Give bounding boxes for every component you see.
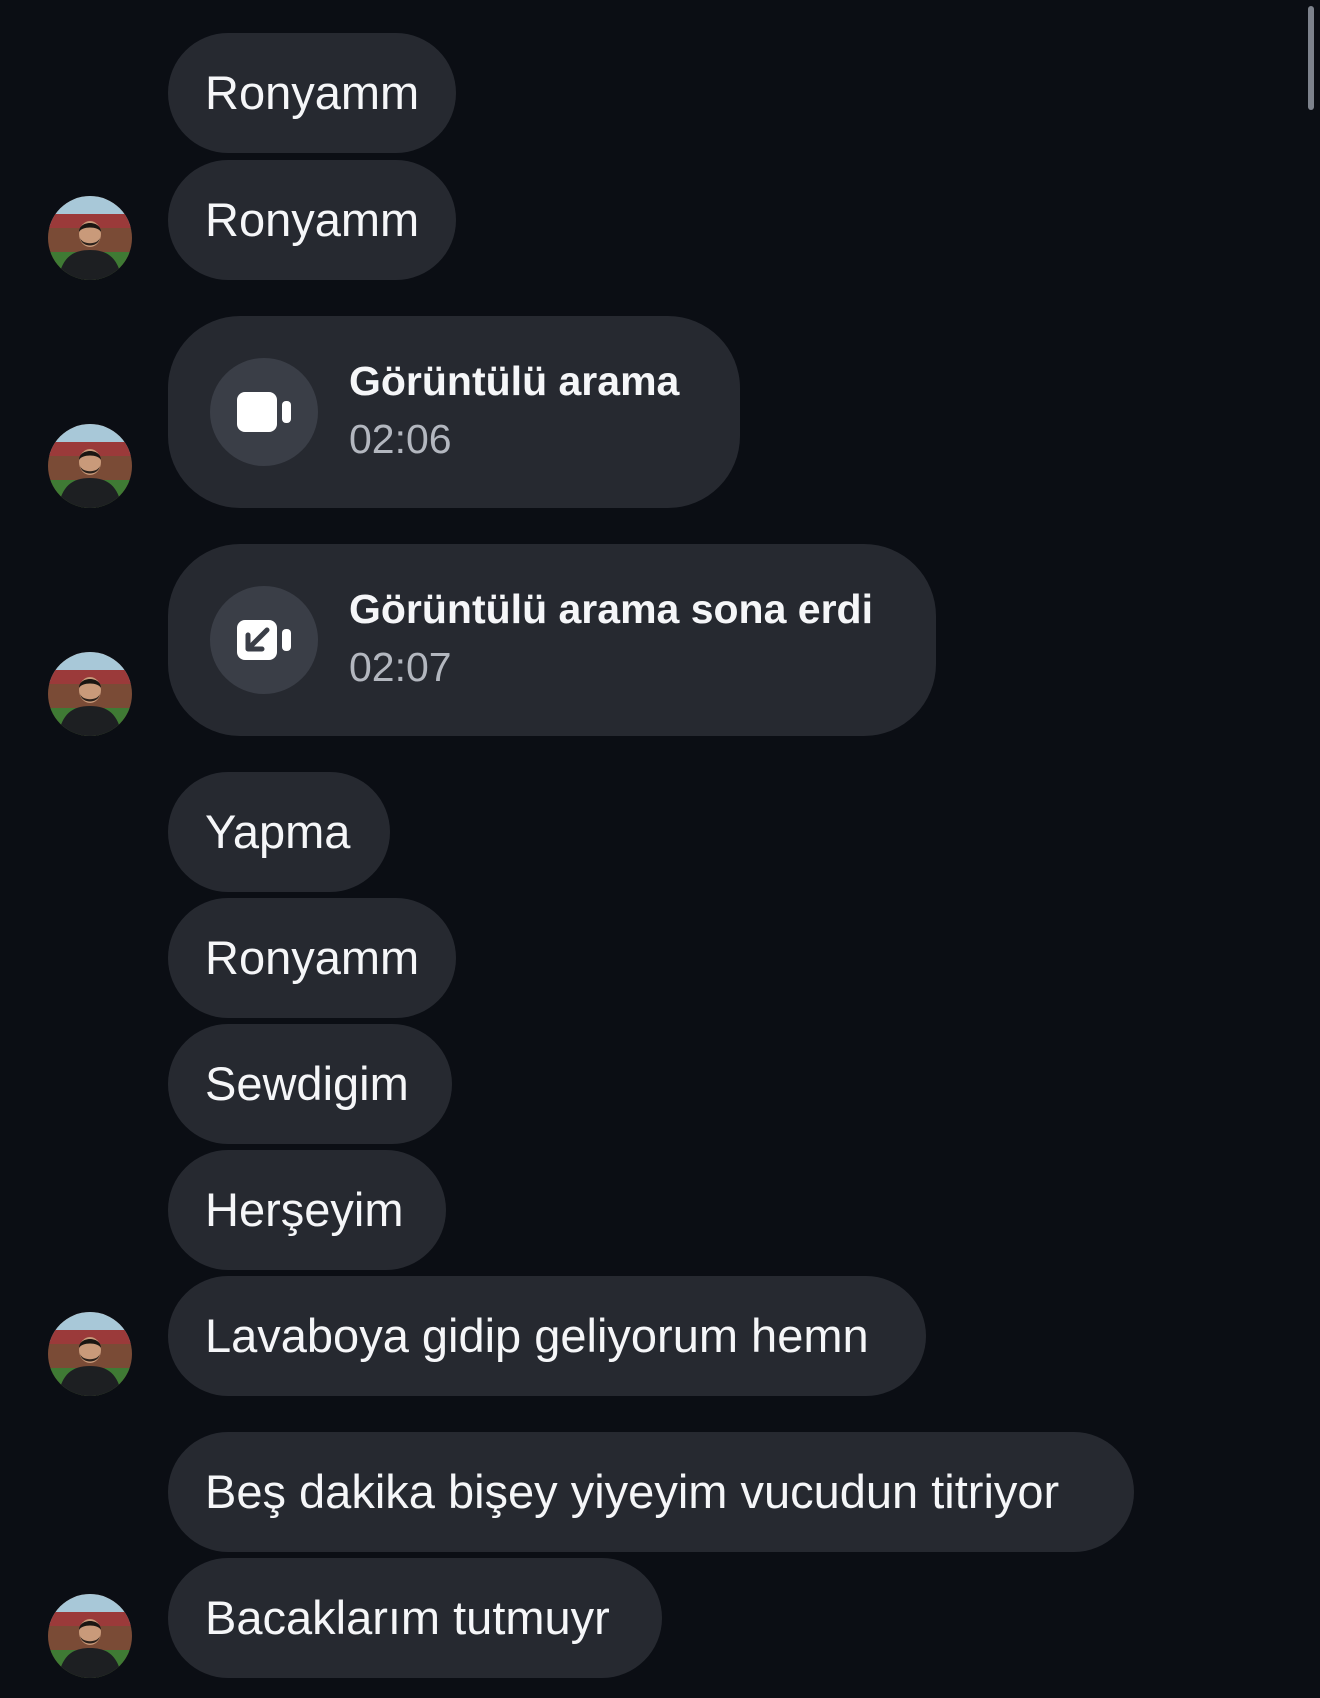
call-title: Görüntülü arama xyxy=(349,358,680,404)
message-bubble[interactable]: Ronyamm xyxy=(168,160,456,280)
message-bubble[interactable]: Sewdigim xyxy=(168,1024,452,1144)
sender-avatar[interactable] xyxy=(48,196,132,280)
message-bubble[interactable]: Ronyamm xyxy=(168,33,456,153)
video-call-ended-card[interactable]: Görüntülü arama sona erdi 02:07 xyxy=(168,544,936,736)
video-call-ended-icon xyxy=(210,586,318,694)
message-bubble[interactable]: Beş dakika bişey yiyeyim vucudun titriyo… xyxy=(168,1432,1134,1552)
sender-avatar[interactable] xyxy=(48,1312,132,1396)
avatar-photo xyxy=(48,424,132,508)
message-thread[interactable]: Ronyamm Ronyamm Görüntülü arama 02:06 Gö… xyxy=(0,0,1320,1698)
video-call-ended-glyph xyxy=(237,620,291,660)
sender-avatar[interactable] xyxy=(48,1594,132,1678)
message-bubble[interactable]: Herşeyim xyxy=(168,1150,446,1270)
message-bubble[interactable]: Yapma xyxy=(168,772,390,892)
avatar-photo xyxy=(48,1312,132,1396)
video-camera-icon xyxy=(210,358,318,466)
scrollbar[interactable] xyxy=(1308,6,1314,110)
sender-avatar[interactable] xyxy=(48,652,132,736)
message-bubble[interactable]: Bacaklarım tutmuyr xyxy=(168,1558,662,1678)
sender-avatar[interactable] xyxy=(48,424,132,508)
call-time: 02:07 xyxy=(349,644,452,690)
call-time: 02:06 xyxy=(349,416,452,462)
avatar-photo xyxy=(48,196,132,280)
avatar-photo xyxy=(48,1594,132,1678)
avatar-photo xyxy=(48,652,132,736)
video-camera-glyph xyxy=(237,392,291,432)
video-call-card[interactable]: Görüntülü arama 02:06 xyxy=(168,316,740,508)
call-title: Görüntülü arama sona erdi xyxy=(349,586,873,632)
message-bubble[interactable]: Ronyamm xyxy=(168,898,456,1018)
message-bubble[interactable]: Lavaboya gidip geliyorum hemn xyxy=(168,1276,926,1396)
